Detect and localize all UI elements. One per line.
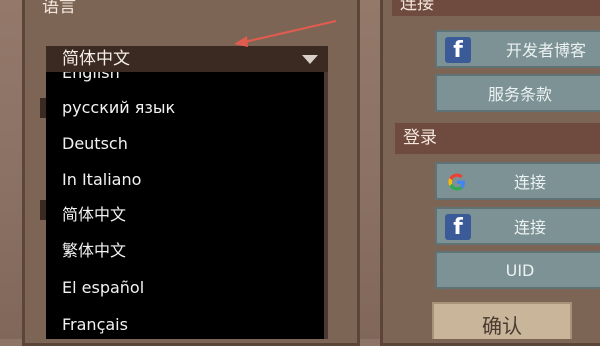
red-arrow bbox=[234, 20, 337, 47]
